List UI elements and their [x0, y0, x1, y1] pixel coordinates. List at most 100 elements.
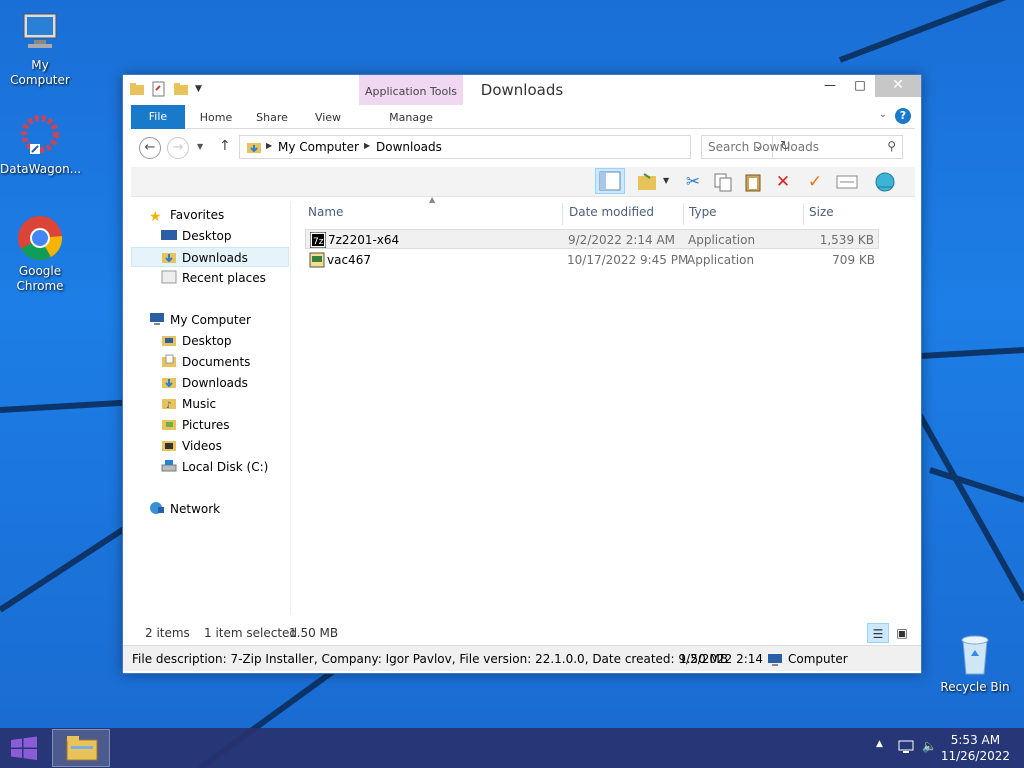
7zip-file-icon: 7z: [309, 231, 327, 249]
show-hidden-icons-button[interactable]: ▲: [876, 739, 883, 749]
details-view-button[interactable]: ☰: [867, 623, 889, 643]
explorer-window[interactable]: ▼ Application Tools Downloads — □ ✕ File…: [122, 74, 922, 674]
nav-computer-pictures[interactable]: Pictures: [161, 415, 317, 435]
breadcrumb-separator[interactable]: ▶: [266, 141, 272, 150]
new-folder-icon[interactable]: [173, 81, 189, 97]
minimize-button[interactable]: —: [815, 75, 845, 97]
desktop-icon-recycle-bin[interactable]: Recycle Bin: [935, 630, 1015, 695]
desktop-icon-label: My Computer: [10, 58, 70, 87]
nav-favorites-downloads[interactable]: Downloads: [131, 247, 289, 267]
breadcrumb-my-computer[interactable]: My Computer: [278, 140, 359, 154]
navigation-pane: ★ Favorites Desktop Downloads Recent plac…: [131, 201, 291, 615]
nav-computer-videos[interactable]: Videos: [161, 436, 317, 456]
nav-computer-documents[interactable]: Documents: [161, 352, 317, 372]
nav-computer-downloads[interactable]: Downloads: [161, 373, 317, 393]
desktop-icon-label: Google Chrome: [16, 264, 64, 293]
nav-label: My Computer: [170, 313, 251, 327]
title-bar[interactable]: ▼ Application Tools Downloads — □ ✕: [123, 75, 921, 105]
ribbon-tabs: File Home Share View Manage ⌄ ?: [131, 105, 915, 129]
properties-icon[interactable]: [151, 81, 167, 97]
search-icon[interactable]: ⚲: [887, 139, 896, 153]
file-description: File description: 7-Zip Installer, Compa…: [132, 652, 764, 666]
tab-home[interactable]: Home: [191, 106, 241, 129]
clock-time: 5:53 AM: [950, 733, 1001, 747]
nav-computer-local-disk[interactable]: Local Disk (C:): [161, 457, 317, 477]
desktop-icon-label: Recycle Bin: [940, 680, 1010, 694]
taskbar-clock[interactable]: 5:53 AM 11/26/2022: [941, 732, 1010, 764]
search-input[interactable]: [708, 139, 878, 155]
expand-ribbon-icon[interactable]: ⌄: [879, 109, 887, 120]
tab-view[interactable]: View: [303, 106, 353, 129]
search-box[interactable]: ⚲: [701, 135, 903, 159]
new-folder-icon[interactable]: [635, 170, 659, 194]
start-button[interactable]: [0, 728, 48, 768]
file-size: 709 KB: [832, 253, 875, 267]
navigation-bar: ← → ▼ ↑ ▶ My Computer ▶ Downloads ⌄ ↻ ⚲: [131, 135, 915, 161]
paste-icon[interactable]: [741, 170, 765, 194]
shell-icon[interactable]: [873, 170, 897, 194]
file-date: 10/17/2022 9:45 PM: [567, 253, 689, 267]
nav-label: Videos: [182, 439, 222, 453]
delete-icon[interactable]: ✕: [771, 170, 795, 194]
copy-icon[interactable]: [711, 170, 735, 194]
tab-manage[interactable]: Manage: [359, 106, 463, 129]
volume-icon[interactable]: 🔈: [922, 739, 937, 753]
nav-computer-desktop[interactable]: Desktop: [161, 331, 317, 351]
nav-favorites-desktop[interactable]: Desktop: [161, 226, 317, 246]
nav-label: Pictures: [182, 418, 230, 432]
column-header-size[interactable]: Size: [804, 203, 882, 225]
nav-label: Favorites: [170, 208, 225, 222]
videos-folder-icon: [161, 438, 177, 452]
recycle-bin-icon: [951, 630, 999, 678]
desktop-icon-datawagon[interactable]: DataWagon...: [0, 112, 82, 177]
back-button[interactable]: ←: [139, 137, 161, 159]
column-header-date-modified[interactable]: Date modified: [564, 203, 684, 225]
selection-size: 1.50 MB: [289, 626, 339, 640]
nav-label: Local Disk (C:): [182, 460, 269, 474]
desktop-icon-my-computer[interactable]: My Computer: [0, 8, 80, 88]
chevron-down-icon[interactable]: ▼: [663, 176, 669, 185]
address-bar[interactable]: ▶ My Computer ▶ Downloads ⌄ ↻: [239, 135, 791, 159]
file-name: vac467: [327, 253, 371, 267]
breadcrumb-downloads[interactable]: Downloads: [376, 140, 442, 154]
windows-logo-icon: [11, 736, 37, 760]
column-header-type[interactable]: Type: [684, 203, 804, 225]
tab-share[interactable]: Share: [247, 106, 297, 129]
computer-icon: [149, 312, 165, 326]
desktop-icon-chrome[interactable]: Google Chrome: [0, 214, 80, 294]
up-button[interactable]: ↑: [219, 138, 231, 154]
recent-locations-icon[interactable]: ▼: [197, 142, 203, 151]
forward-button[interactable]: →: [167, 137, 189, 159]
preview-pane-button[interactable]: [595, 168, 625, 194]
network-icon: [149, 501, 165, 515]
help-icon[interactable]: ?: [895, 108, 911, 124]
tab-file[interactable]: File: [131, 105, 185, 129]
nav-my-computer[interactable]: My Computer: [149, 310, 305, 330]
nav-network[interactable]: Network: [149, 499, 305, 519]
table-row[interactable]: 7z 7z2201-x64 9/2/2022 2:14 AM Applicati…: [305, 229, 879, 249]
chevron-down-icon[interactable]: ▼: [195, 84, 202, 94]
nav-favorites-recent-places[interactable]: Recent places: [161, 268, 317, 288]
nav-computer-music[interactable]: ♪ Music: [161, 394, 317, 414]
rename-check-icon[interactable]: ✓: [803, 170, 827, 194]
column-header-name[interactable]: Name: [303, 203, 563, 225]
nav-label: Music: [182, 397, 217, 411]
table-row[interactable]: vac467 10/17/2022 9:45 PM Application 70…: [305, 250, 879, 270]
desktop-icon-label: DataWagon...: [0, 162, 82, 176]
file-type: Application: [687, 253, 755, 267]
breadcrumb-separator[interactable]: ▶: [364, 141, 370, 150]
clock-date: 11/26/2022: [940, 749, 1010, 763]
large-icons-view-button[interactable]: ▣: [891, 623, 913, 643]
properties-icon[interactable]: [835, 170, 859, 194]
folder-icon[interactable]: [129, 81, 145, 97]
close-button[interactable]: ✕: [875, 75, 921, 97]
window-controls: — □ ✕: [815, 75, 921, 97]
recent-places-icon: [161, 270, 177, 284]
nav-favorites[interactable]: ★ Favorites: [149, 205, 305, 225]
maximize-button[interactable]: □: [845, 75, 875, 97]
network-tray-icon[interactable]: [898, 739, 914, 758]
taskbar-file-explorer[interactable]: [52, 729, 110, 767]
cut-icon[interactable]: ✂: [681, 170, 705, 194]
status-bar: 2 items 1 item selected 1.50 MB ☰ ▣: [131, 623, 915, 643]
nav-label: Documents: [182, 355, 251, 369]
